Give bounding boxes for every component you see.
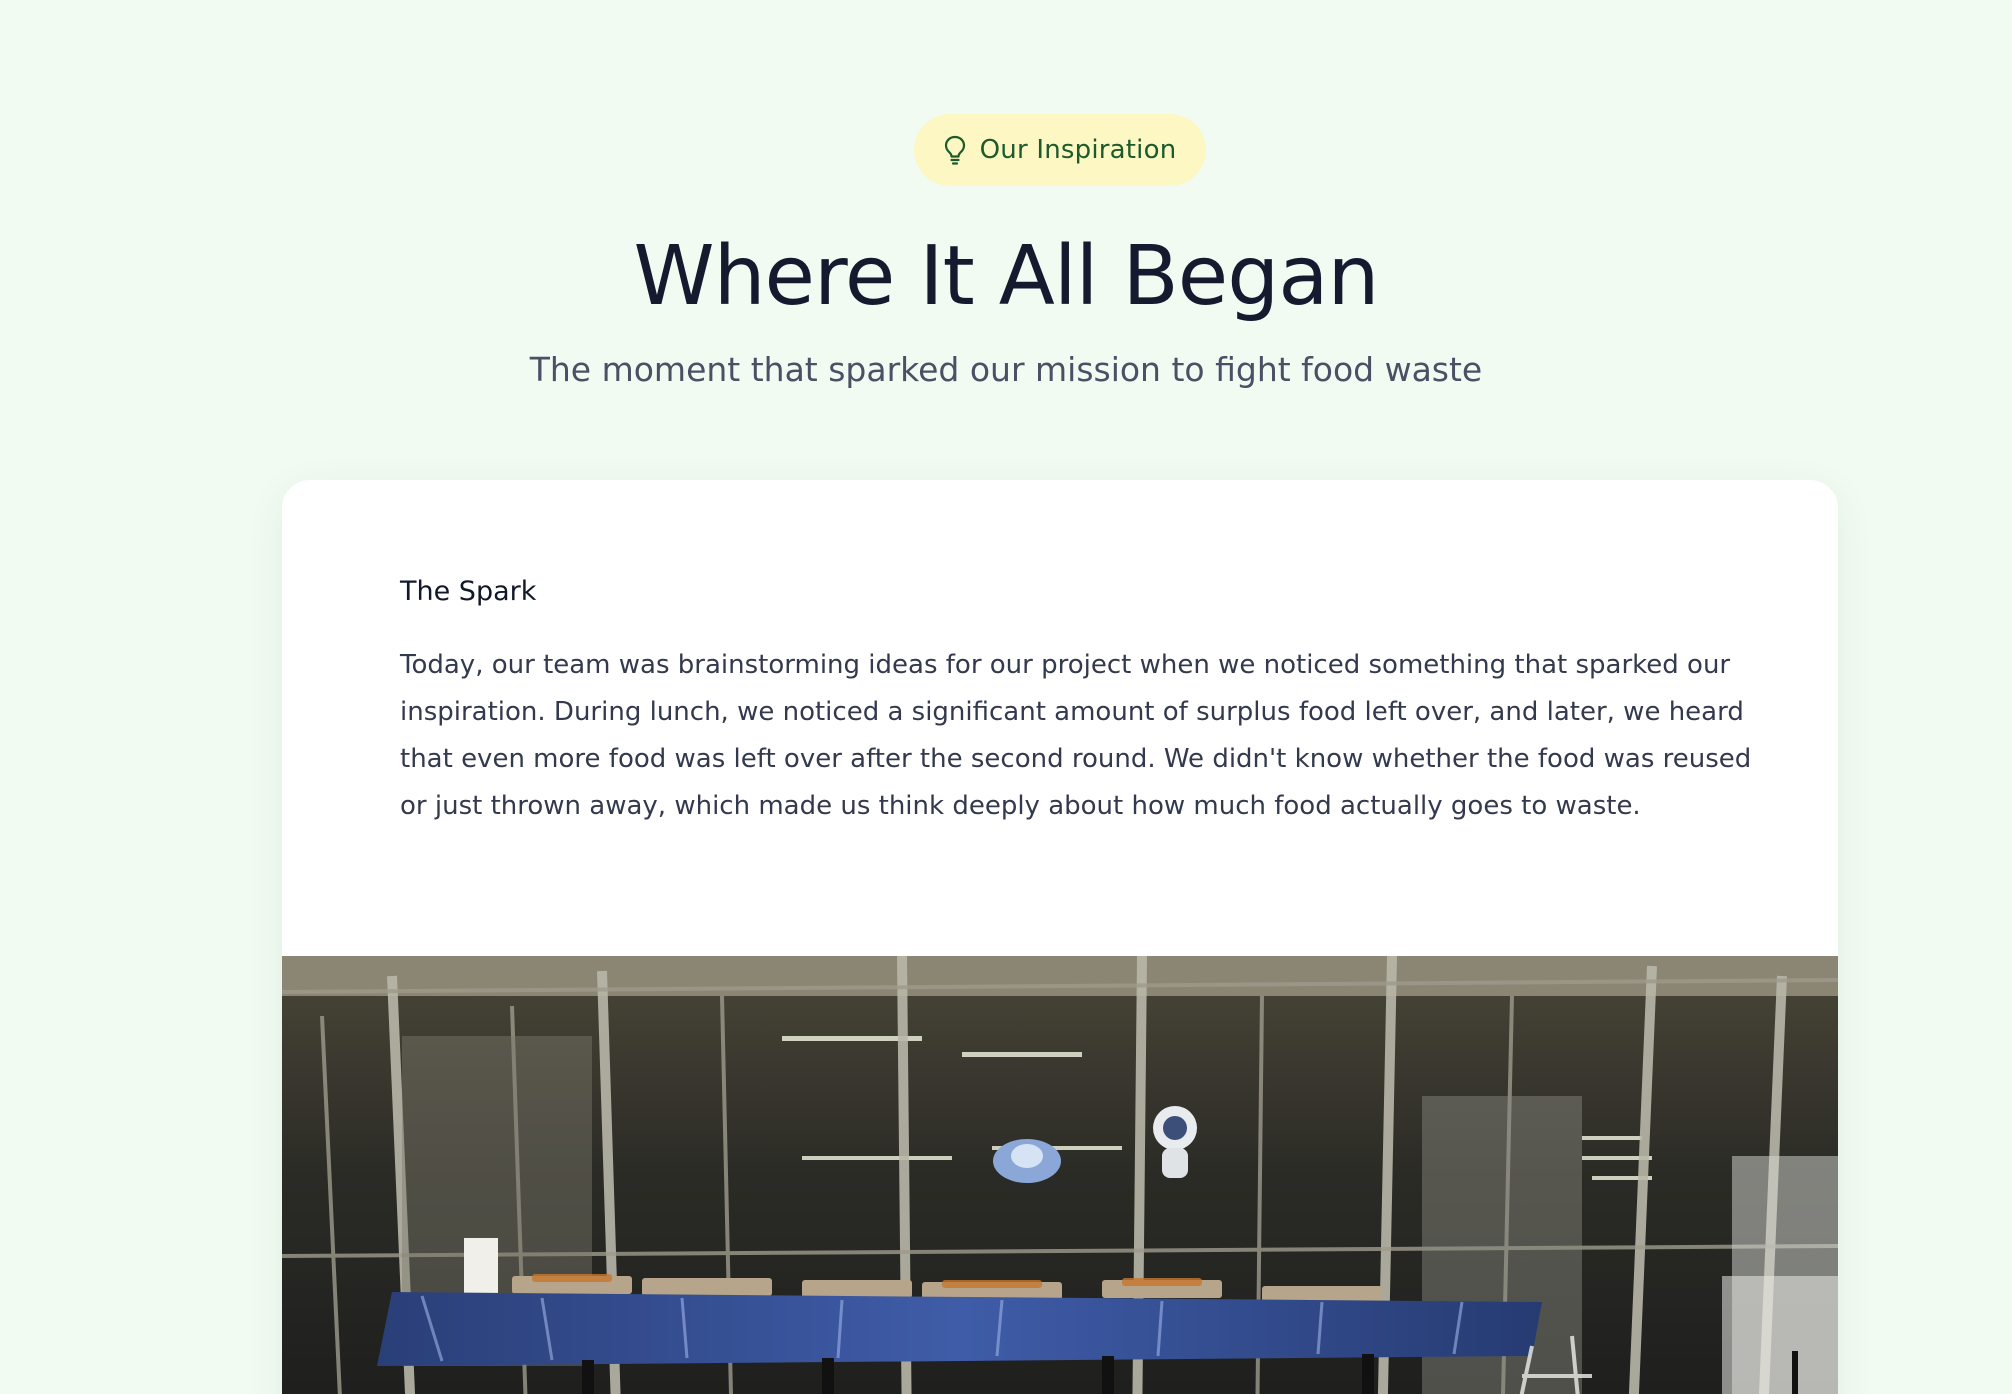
badge-label: Our Inspiration	[979, 135, 1177, 165]
lightbulb-icon	[944, 135, 966, 165]
photo-illustration	[282, 956, 1838, 1394]
page-title: Where It All Began	[633, 229, 1379, 324]
story-photo	[282, 956, 1838, 1394]
inspiration-section: Our Inspiration Where It All Began The m…	[0, 0, 2012, 1394]
story-body: Today, our team was brainstorming ideas …	[400, 650, 1752, 821]
story-heading: The Spark	[400, 576, 537, 607]
page-subtitle: The moment that sparked our mission to f…	[529, 350, 1483, 389]
story-text: The Spark Today, our team was brainstorm…	[400, 572, 1760, 830]
story-card: The Spark Today, our team was brainstorm…	[282, 480, 1838, 1394]
inspiration-badge: Our Inspiration	[914, 114, 1206, 186]
